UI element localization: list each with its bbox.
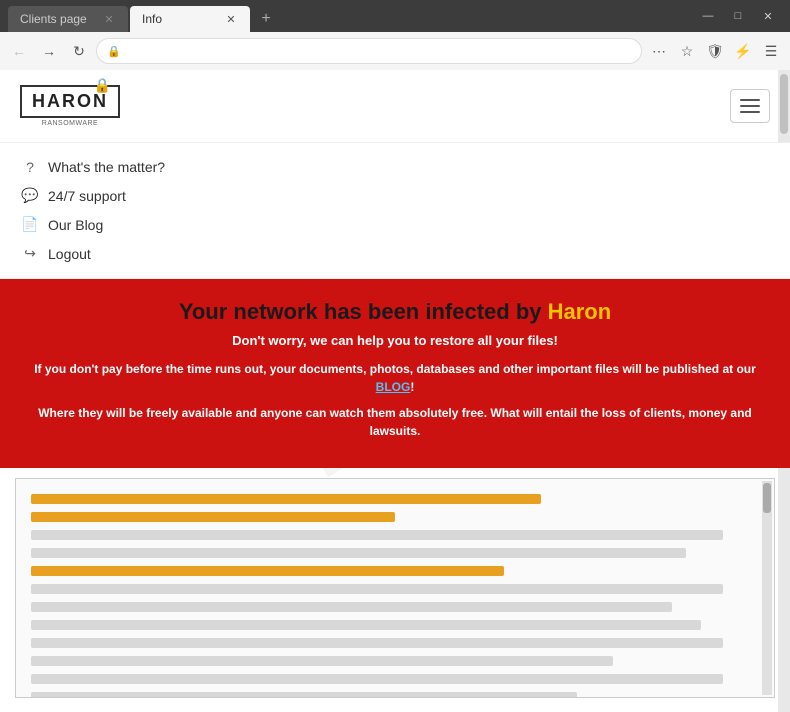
content-line xyxy=(31,692,577,698)
nav-support-label: 24/7 support xyxy=(48,188,126,204)
logo-area: 🔒 HARON RANSOMWARE xyxy=(20,85,120,127)
content-line xyxy=(31,620,701,630)
menu-button[interactable]: ☰ xyxy=(758,38,784,64)
nav-blog[interactable]: 📄 Our Blog xyxy=(20,210,770,239)
content-line xyxy=(31,674,723,684)
dropdown-nav: ? What's the matter? 💬 24/7 support 📄 Ou… xyxy=(0,143,790,279)
banner-subtitle: Don't worry, we can help you to restore … xyxy=(30,333,760,348)
logout-icon: ↪ xyxy=(20,245,40,262)
shield-icon: 🛡 xyxy=(702,38,728,64)
content-line xyxy=(31,638,723,648)
banner-haron-name: Haron xyxy=(548,299,612,324)
toolbar-icons: ⋯ ☆ 🛡 ⚡ ☰ xyxy=(646,38,784,64)
url-bar[interactable]: 🔒 xyxy=(96,38,642,64)
nav-logout-label: Logout xyxy=(48,246,91,262)
hamburger-menu[interactable] xyxy=(730,89,770,123)
tab-clients-label: Clients page xyxy=(20,12,94,26)
maximize-button[interactable]: □ xyxy=(724,6,752,26)
tab-info[interactable]: Info ✕ xyxy=(130,6,250,32)
nav-whats-matter[interactable]: ? What's the matter? xyxy=(20,153,770,181)
inner-scrollbar[interactable] xyxy=(762,481,772,695)
tab-clients-close[interactable]: ✕ xyxy=(102,12,116,26)
banner-body2: Where they will be freely available and … xyxy=(30,404,760,440)
logo-text: HARON xyxy=(32,91,108,111)
content-line xyxy=(31,548,686,558)
page-wrapper: HZZ 🔒 HARON RANSOMWARE ? What's the matt… xyxy=(0,70,790,712)
page-content: HZZ 🔒 HARON RANSOMWARE ? What's the matt… xyxy=(0,70,790,712)
tab-info-close[interactable]: ✕ xyxy=(224,12,238,26)
inner-scroll-thumb xyxy=(763,483,771,513)
content-line xyxy=(31,530,723,540)
nav-whats-matter-label: What's the matter? xyxy=(48,159,165,175)
banner-body1: If you don't pay before the time runs ou… xyxy=(30,360,760,396)
red-banner: Your network has been infected by Haron … xyxy=(0,279,790,468)
title-bar: Clients page ✕ Info ✕ + — □ ✕ xyxy=(0,0,790,32)
hamburger-line-1 xyxy=(740,99,760,101)
site-nav: 🔒 HARON RANSOMWARE xyxy=(0,70,790,143)
scroll-content-area[interactable] xyxy=(15,478,775,698)
banner-headline-part1: Your network has been infected by xyxy=(179,299,548,324)
lightning-icon: ⚡ xyxy=(730,38,756,64)
scroll-content xyxy=(16,479,774,698)
refresh-button[interactable]: ↻ xyxy=(66,38,92,64)
nav-blog-label: Our Blog xyxy=(48,217,103,233)
chat-icon: 💬 xyxy=(20,187,40,204)
question-icon: ? xyxy=(20,159,40,175)
banner-headline: Your network has been infected by Haron xyxy=(30,299,760,325)
content-line xyxy=(31,566,504,576)
nav-logout[interactable]: ↪ Logout xyxy=(20,239,770,268)
extensions-button[interactable]: ⋯ xyxy=(646,38,672,64)
browser-chrome: Clients page ✕ Info ✕ + — □ ✕ ← → ↻ 🔒 ⋯ xyxy=(0,0,790,70)
logo-sub: RANSOMWARE xyxy=(42,120,98,127)
logo-lock-icon: 🔒 xyxy=(94,77,113,94)
lock-icon: 🔒 xyxy=(107,45,121,58)
close-window-button[interactable]: ✕ xyxy=(754,6,782,26)
content-line xyxy=(31,602,672,612)
blog-link[interactable]: BLOG xyxy=(376,380,411,394)
hamburger-line-2 xyxy=(740,105,760,107)
content-line xyxy=(31,512,395,522)
tab-info-label: Info xyxy=(142,12,216,26)
bookmark-button[interactable]: ☆ xyxy=(674,38,700,64)
nav-support[interactable]: 💬 24/7 support xyxy=(20,181,770,210)
back-button[interactable]: ← xyxy=(6,38,32,64)
window-controls: — □ ✕ xyxy=(694,6,782,26)
hamburger-line-3 xyxy=(740,111,760,113)
doc-icon: 📄 xyxy=(20,216,40,233)
forward-button[interactable]: → xyxy=(36,38,62,64)
minimize-button[interactable]: — xyxy=(694,6,722,26)
content-line xyxy=(31,656,613,666)
new-tab-button[interactable]: + xyxy=(252,6,280,32)
tab-clients[interactable]: Clients page ✕ xyxy=(8,6,128,32)
content-line xyxy=(31,584,723,594)
tab-bar: Clients page ✕ Info ✕ + xyxy=(8,0,280,32)
logo-box: 🔒 HARON xyxy=(20,85,120,118)
address-bar: ← → ↻ 🔒 ⋯ ☆ 🛡 ⚡ ☰ xyxy=(0,32,790,70)
content-line xyxy=(31,494,541,504)
